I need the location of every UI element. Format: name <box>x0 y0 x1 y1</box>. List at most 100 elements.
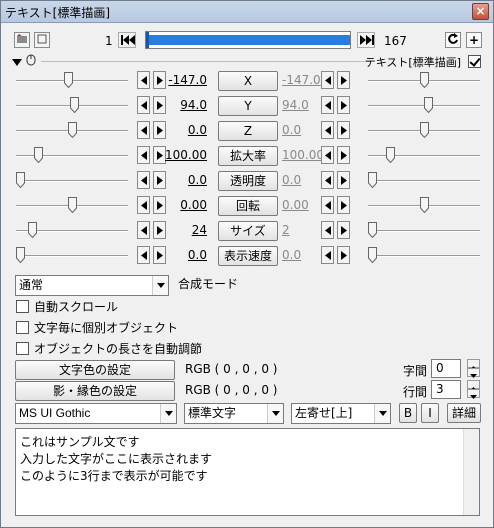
char-spacing-stepper[interactable] <box>467 359 480 378</box>
text-scrollbar[interactable] <box>463 429 479 515</box>
object-enabled-checkbox[interactable] <box>468 55 481 68</box>
slider-thumb[interactable] <box>16 172 25 188</box>
increment-arrow-icon[interactable] <box>337 71 350 89</box>
decrement-arrow-icon[interactable] <box>321 196 334 214</box>
spin-down-icon[interactable] <box>467 389 480 399</box>
decrement-arrow-icon[interactable] <box>137 71 150 89</box>
slider-thumb[interactable] <box>68 122 77 138</box>
slider-track[interactable] <box>16 180 128 182</box>
frame-icon[interactable] <box>34 32 50 48</box>
decrement-arrow-icon[interactable] <box>137 146 150 164</box>
increment-arrow-icon[interactable] <box>337 221 350 239</box>
timeline-thumb[interactable] <box>146 32 149 48</box>
detail-button[interactable]: 詳細 <box>447 403 481 423</box>
timeline-slider[interactable] <box>145 31 351 49</box>
slider-thumb[interactable] <box>68 197 77 213</box>
font-family-select[interactable]: MS UI Gothic <box>15 403 177 424</box>
prev-keyframe-button[interactable] <box>118 32 136 48</box>
font-style-select[interactable]: 標準文字 <box>184 403 284 424</box>
slider-thumb[interactable] <box>368 172 377 188</box>
char-spacing-input[interactable]: 0 <box>431 359 461 378</box>
next-keyframe-button[interactable] <box>357 32 375 48</box>
param-value-start[interactable]: 24 <box>153 223 207 237</box>
param-name-button[interactable]: Z <box>218 121 278 141</box>
spin-up-icon[interactable] <box>467 380 480 391</box>
increment-arrow-icon[interactable] <box>337 121 350 139</box>
decrement-arrow-icon[interactable] <box>321 221 334 239</box>
auto-scroll-checkbox[interactable] <box>16 300 29 313</box>
decrement-arrow-icon[interactable] <box>321 171 334 189</box>
line-spacing-stepper[interactable] <box>467 380 480 399</box>
decrement-arrow-icon[interactable] <box>321 146 334 164</box>
slider-thumb[interactable] <box>28 222 37 238</box>
add-filter-button[interactable]: + <box>466 32 482 48</box>
align-select[interactable]: 左寄せ[上] <box>291 403 391 424</box>
blend-mode-value: 通常 <box>19 278 44 292</box>
slider-thumb[interactable] <box>420 122 429 138</box>
spin-down-icon[interactable] <box>467 368 480 378</box>
slider-thumb[interactable] <box>64 72 73 88</box>
collapse-toggle-icon[interactable] <box>12 56 22 70</box>
line-spacing-input[interactable]: 3 <box>431 380 461 399</box>
increment-arrow-icon[interactable] <box>337 146 350 164</box>
slider-thumb[interactable] <box>368 247 377 263</box>
param-name-button[interactable]: 表示速度 <box>218 246 278 266</box>
text-input[interactable]: これはサンプル文です 入力した文字がここに表示されます このように3行まで表示が… <box>15 428 480 516</box>
camera-icon[interactable] <box>14 32 30 48</box>
decrement-arrow-icon[interactable] <box>321 71 334 89</box>
slider-thumb[interactable] <box>34 147 43 163</box>
bold-button[interactable]: B <box>399 403 417 423</box>
per-char-checkbox[interactable] <box>16 321 29 334</box>
decrement-arrow-icon[interactable] <box>321 96 334 114</box>
decrement-arrow-icon[interactable] <box>137 171 150 189</box>
slider-thumb[interactable] <box>368 222 377 238</box>
slider-track[interactable] <box>368 255 480 257</box>
param-value-start[interactable]: 0.0 <box>153 248 207 262</box>
slider-thumb[interactable] <box>70 97 79 113</box>
param-name-button[interactable]: Y <box>218 96 278 116</box>
spin-up-icon[interactable] <box>467 359 480 370</box>
param-name-button[interactable]: 透明度 <box>218 171 278 191</box>
slider-track[interactable] <box>368 180 480 182</box>
close-button[interactable]: × <box>472 3 489 20</box>
increment-arrow-icon[interactable] <box>337 246 350 264</box>
decrement-arrow-icon[interactable] <box>137 196 150 214</box>
slider-track[interactable] <box>368 155 480 157</box>
param-value-start[interactable]: 100.00 <box>153 148 207 162</box>
param-name-button[interactable]: サイズ <box>218 221 278 241</box>
refresh-icon[interactable] <box>445 32 461 48</box>
slider-track[interactable] <box>16 155 128 157</box>
blend-mode-select[interactable]: 通常 <box>15 275 169 296</box>
shadow-color-button[interactable]: 影・縁色の設定 <box>15 381 175 401</box>
italic-button[interactable]: I <box>421 403 439 423</box>
slider-thumb[interactable] <box>386 147 395 163</box>
decrement-arrow-icon[interactable] <box>137 246 150 264</box>
align-value: 左寄せ[上] <box>295 406 353 420</box>
decrement-arrow-icon[interactable] <box>321 246 334 264</box>
param-value-start[interactable]: 0.0 <box>153 173 207 187</box>
increment-arrow-icon[interactable] <box>337 96 350 114</box>
param-value-start[interactable]: 0.0 <box>153 123 207 137</box>
decrement-arrow-icon[interactable] <box>137 121 150 139</box>
param-value-start[interactable]: -147.0 <box>153 73 207 87</box>
param-name-button[interactable]: 拡大率 <box>218 146 278 166</box>
decrement-arrow-icon[interactable] <box>137 96 150 114</box>
param-value-start[interactable]: 0.00 <box>153 198 207 212</box>
slider-track[interactable] <box>16 255 128 257</box>
slider-thumb[interactable] <box>16 247 25 263</box>
decrement-arrow-icon[interactable] <box>321 121 334 139</box>
param-name-button[interactable]: 回転 <box>218 196 278 216</box>
increment-arrow-icon[interactable] <box>337 171 350 189</box>
slider-thumb[interactable] <box>424 97 433 113</box>
slider-track[interactable] <box>368 230 480 232</box>
decrement-arrow-icon[interactable] <box>137 221 150 239</box>
increment-arrow-icon[interactable] <box>337 196 350 214</box>
header-separator <box>41 61 371 62</box>
param-name-button[interactable]: X <box>218 71 278 91</box>
param-value-start[interactable]: 94.0 <box>153 98 207 112</box>
slider-thumb[interactable] <box>420 72 429 88</box>
title-bar[interactable]: テキスト[標準描画] × <box>1 1 493 23</box>
text-color-button[interactable]: 文字色の設定 <box>15 360 175 380</box>
slider-thumb[interactable] <box>420 197 429 213</box>
auto-length-checkbox[interactable] <box>16 342 29 355</box>
